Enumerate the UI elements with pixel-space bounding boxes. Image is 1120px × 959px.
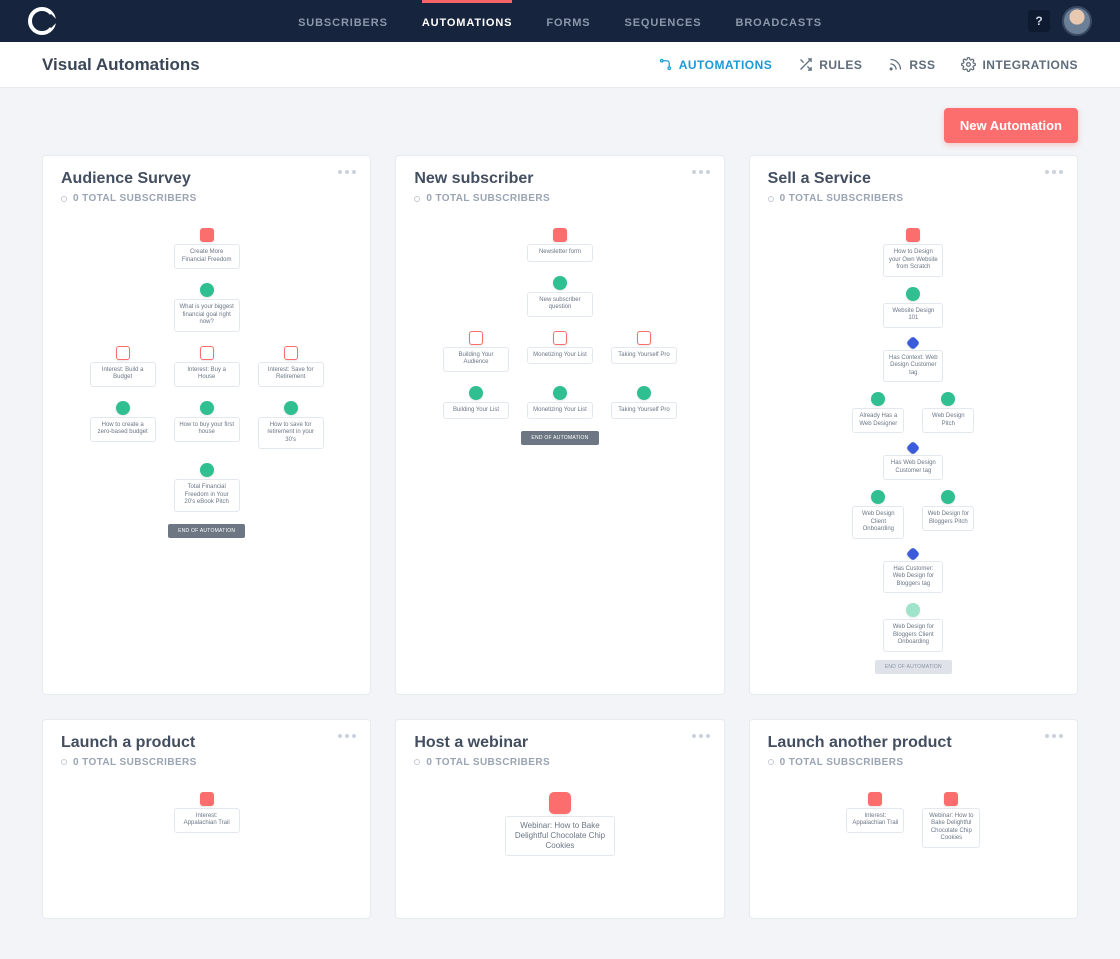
subnav-rules[interactable]: RULES [798, 57, 862, 72]
card-subscribers: 0 TOTAL SUBSCRIBERS [61, 193, 352, 204]
card-title: Host a webinar [414, 734, 705, 752]
automation-card[interactable]: Launch another product 0 TOTAL SUBSCRIBE… [749, 719, 1078, 919]
card-subscribers: 0 TOTAL SUBSCRIBERS [768, 757, 1059, 768]
card-menu-icon[interactable] [1045, 170, 1063, 174]
path-icon [658, 57, 673, 72]
card-menu-icon[interactable] [338, 734, 356, 738]
automation-card[interactable]: New subscriber 0 TOTAL SUBSCRIBERS Newsl… [395, 155, 724, 695]
subnav: AUTOMATIONS RULES RSS INTEGRATIONS [658, 57, 1078, 72]
subnav-item-label: AUTOMATIONS [679, 58, 773, 72]
top-nav: SUBSCRIBERS AUTOMATIONS FORMS SEQUENCES … [0, 0, 1120, 42]
card-menu-icon[interactable] [692, 734, 710, 738]
automation-card[interactable]: Host a webinar 0 TOTAL SUBSCRIBERS Webin… [395, 719, 724, 919]
card-menu-icon[interactable] [338, 170, 356, 174]
end-badge: END OF AUTOMATION [875, 660, 952, 674]
card-subscribers: 0 TOTAL SUBSCRIBERS [414, 757, 705, 768]
automation-card[interactable]: Launch a product 0 TOTAL SUBSCRIBERS Int… [42, 719, 371, 919]
page-title: Visual Automations [42, 55, 200, 75]
card-title: New subscriber [414, 170, 705, 188]
nav-links: SUBSCRIBERS AUTOMATIONS FORMS SEQUENCES … [0, 0, 1120, 42]
nav-subscribers[interactable]: SUBSCRIBERS [298, 0, 388, 42]
avatar[interactable] [1062, 6, 1092, 36]
subheader: Visual Automations AUTOMATIONS RULES RSS… [0, 42, 1120, 88]
automation-grid: Audience Survey 0 TOTAL SUBSCRIBERS Crea… [0, 145, 1120, 959]
gear-icon [961, 57, 976, 72]
card-title: Launch a product [61, 734, 352, 752]
subnav-item-label: RULES [819, 58, 862, 72]
rss-icon [888, 57, 903, 72]
card-subscribers: 0 TOTAL SUBSCRIBERS [61, 757, 352, 768]
toolbar: New Automation [0, 88, 1120, 145]
flow-preview: Newsletter form New subscriber question … [414, 226, 705, 445]
card-subscribers: 0 TOTAL SUBSCRIBERS [768, 193, 1059, 204]
subnav-rss[interactable]: RSS [888, 57, 935, 72]
nav-sequences[interactable]: SEQUENCES [625, 0, 702, 42]
card-title: Audience Survey [61, 170, 352, 188]
card-menu-icon[interactable] [1045, 734, 1063, 738]
end-badge: END OF AUTOMATION [521, 431, 598, 445]
subnav-automations[interactable]: AUTOMATIONS [658, 57, 773, 72]
subnav-item-label: RSS [909, 58, 935, 72]
automation-card[interactable]: Audience Survey 0 TOTAL SUBSCRIBERS Crea… [42, 155, 371, 695]
subnav-integrations[interactable]: INTEGRATIONS [961, 57, 1078, 72]
flow-preview: Interest: Appalachian Trail [61, 790, 352, 833]
logo-icon[interactable] [28, 7, 56, 35]
nav-automations[interactable]: AUTOMATIONS [422, 0, 513, 42]
help-button[interactable]: ? [1028, 10, 1050, 32]
card-subscribers: 0 TOTAL SUBSCRIBERS [414, 193, 705, 204]
automation-card[interactable]: Sell a Service 0 TOTAL SUBSCRIBERS How t… [749, 155, 1078, 695]
card-title: Launch another product [768, 734, 1059, 752]
flow-preview: Webinar: How to Bake Delightful Chocolat… [414, 790, 705, 856]
flow-preview: Create More Financial Freedom What is yo… [61, 226, 352, 538]
end-badge: END OF AUTOMATION [168, 524, 245, 538]
nav-right: ? [1028, 6, 1092, 36]
subnav-item-label: INTEGRATIONS [982, 58, 1078, 72]
shuffle-icon [798, 57, 813, 72]
new-automation-button[interactable]: New Automation [944, 108, 1078, 143]
nav-broadcasts[interactable]: BROADCASTS [736, 0, 822, 42]
flow-preview: Interest: Appalachian Trail Webinar: How… [768, 790, 1059, 848]
nav-forms[interactable]: FORMS [546, 0, 590, 42]
card-title: Sell a Service [768, 170, 1059, 188]
card-menu-icon[interactable] [692, 170, 710, 174]
flow-preview: How to Design your Own Website from Scra… [768, 226, 1059, 674]
